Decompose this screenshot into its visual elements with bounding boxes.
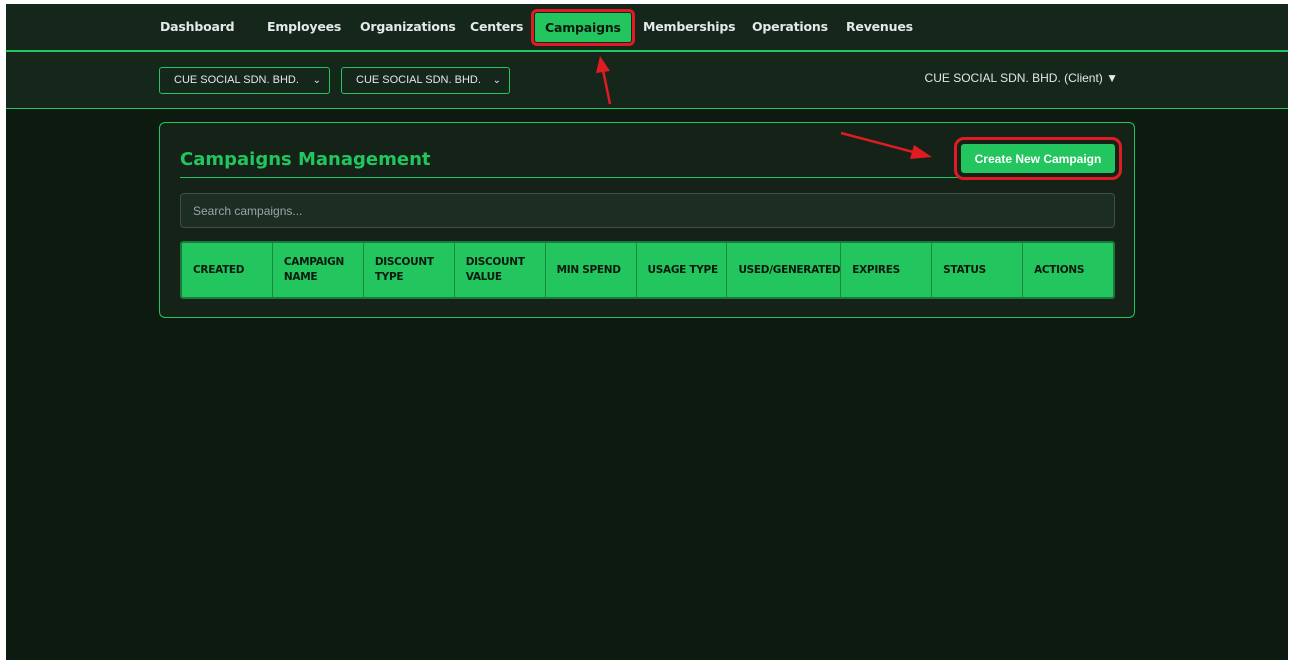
campaigns-table-header: CREATED CAMPAIGN NAME DISCOUNT TYPE DISC… xyxy=(180,241,1115,299)
center-select[interactable]: CUE SOCIAL SDN. BHD. ⌄ xyxy=(341,67,510,94)
chevron-down-icon: ⌄ xyxy=(492,75,501,86)
organization-select-value: CUE SOCIAL SDN. BHD. xyxy=(174,74,299,86)
column-created[interactable]: CREATED xyxy=(182,243,273,297)
column-usage-type[interactable]: USAGE TYPE xyxy=(637,243,728,297)
nav-memberships[interactable]: Memberships xyxy=(643,4,736,50)
search-input[interactable] xyxy=(180,193,1115,228)
column-discount-value[interactable]: DISCOUNT VALUE xyxy=(455,243,546,297)
create-campaign-button[interactable]: Create New Campaign xyxy=(954,137,1122,180)
organization-select[interactable]: CUE SOCIAL SDN. BHD. ⌄ xyxy=(159,67,330,94)
center-select-value: CUE SOCIAL SDN. BHD. xyxy=(356,74,481,86)
app-window: Dashboard Employees Organizations Center… xyxy=(6,4,1288,660)
campaigns-panel: Campaigns Management Create New Campaign… xyxy=(159,122,1135,318)
nav-campaigns[interactable]: Campaigns xyxy=(531,9,635,46)
column-expires[interactable]: EXPIRES xyxy=(841,243,933,297)
column-campaign-name[interactable]: CAMPAIGN NAME xyxy=(273,243,364,297)
nav-revenues[interactable]: Revenues xyxy=(846,4,913,50)
nav-dashboard[interactable]: Dashboard xyxy=(160,4,235,50)
client-account-menu[interactable]: CUE SOCIAL SDN. BHD. (Client) ▼ xyxy=(925,71,1118,85)
top-navigation: Dashboard Employees Organizations Center… xyxy=(6,4,1288,52)
column-discount-type[interactable]: DISCOUNT TYPE xyxy=(364,243,455,297)
nav-centers[interactable]: Centers xyxy=(470,4,523,50)
column-status[interactable]: STATUS xyxy=(932,243,1024,297)
column-actions[interactable]: ACTIONS xyxy=(1023,243,1113,297)
page-title: Campaigns Management xyxy=(180,149,431,170)
column-used-generated[interactable]: USED/GENERATED xyxy=(727,243,842,297)
nav-organizations[interactable]: Organizations xyxy=(360,4,456,50)
nav-operations[interactable]: Operations xyxy=(752,4,828,50)
column-min-spend[interactable]: MIN SPEND xyxy=(546,243,637,297)
nav-employees[interactable]: Employees xyxy=(267,4,341,50)
filter-bar: CUE SOCIAL SDN. BHD. ⌄ CUE SOCIAL SDN. B… xyxy=(6,52,1288,109)
title-divider xyxy=(180,177,1115,178)
chevron-down-icon: ⌄ xyxy=(312,75,321,86)
